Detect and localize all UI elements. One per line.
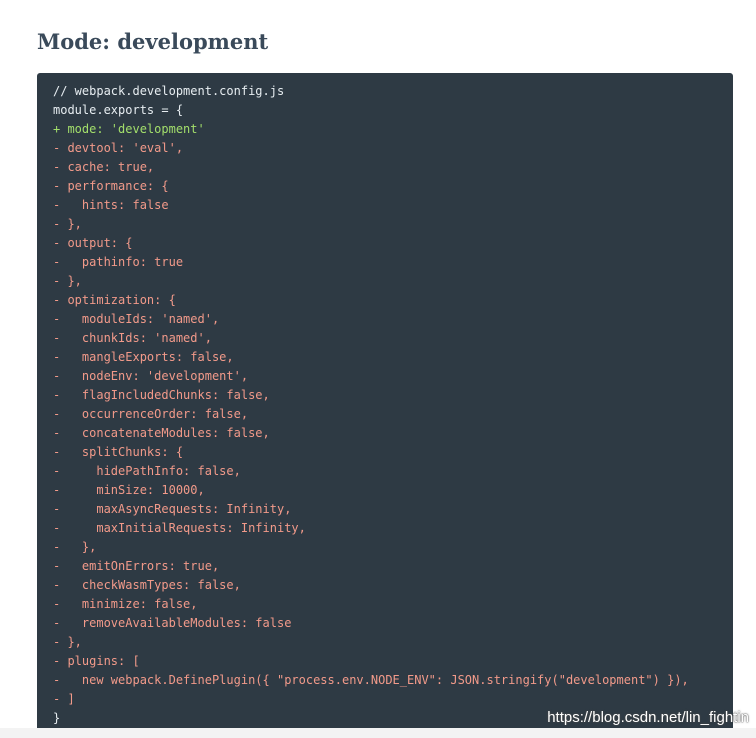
code-line: - devtool: 'eval', — [53, 141, 184, 155]
code-block: // webpack.development.config.js module.e… — [37, 73, 733, 738]
code-line: - }, — [53, 540, 97, 554]
code-line: - occurrenceOrder: false, — [53, 407, 249, 421]
code-line: - removeAvailableModules: false — [53, 616, 292, 630]
page-title: Mode: development — [37, 29, 269, 54]
code-line: - ] — [53, 692, 75, 706]
code-line: - minSize: 10000, — [53, 483, 205, 497]
code-line: - checkWasmTypes: false, — [53, 578, 241, 592]
code-line: - new webpack.DefinePlugin({ "process.en… — [53, 673, 689, 687]
code-line: - mangleExports: false, — [53, 350, 234, 364]
code-line: - minimize: false, — [53, 597, 198, 611]
code-line: - maxInitialRequests: Infinity, — [53, 521, 306, 535]
code-line: - }, — [53, 274, 82, 288]
code-line: - hints: false — [53, 198, 169, 212]
code-line: - hidePathInfo: false, — [53, 464, 241, 478]
code-line: - output: { — [53, 236, 133, 250]
code-line: - moduleIds: 'named', — [53, 312, 220, 326]
code-line: - performance: { — [53, 179, 169, 193]
code-line: // webpack.development.config.js — [53, 84, 285, 98]
code-line: - pathinfo: true — [53, 255, 184, 269]
code-line: - nodeEnv: 'development', — [53, 369, 249, 383]
watermark: https://blog.csdn.net/lin_fightin — [547, 709, 749, 726]
code-line: - emitOnErrors: true, — [53, 559, 220, 573]
bottom-band — [0, 728, 756, 738]
code-line: - optimization: { — [53, 293, 176, 307]
code-line: - flagIncludedChunks: false, — [53, 388, 270, 402]
code-line: - }, — [53, 217, 82, 231]
code-line: - cache: true, — [53, 160, 155, 174]
code-line: - }, — [53, 635, 82, 649]
code-line: - maxAsyncRequests: Infinity, — [53, 502, 292, 516]
code-line: - plugins: [ — [53, 654, 140, 668]
code-line: + mode: 'development' — [53, 122, 205, 136]
code-line: - chunkIds: 'named', — [53, 331, 212, 345]
code-line: - concatenateModules: false, — [53, 426, 270, 440]
code-line: module.exports = { — [53, 103, 184, 117]
code-line: - splitChunks: { — [53, 445, 184, 459]
